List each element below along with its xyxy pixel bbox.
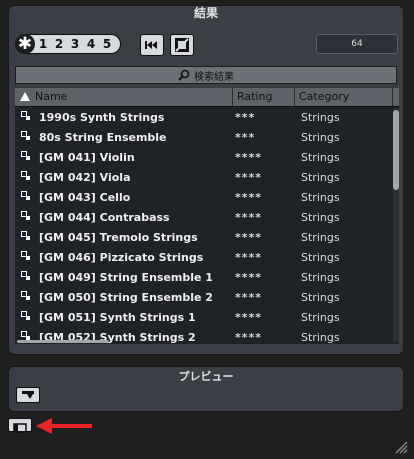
row-rating: **** (235, 290, 263, 304)
preset-icon (15, 287, 39, 307)
search-icon (178, 69, 190, 81)
reset-filter-icon (175, 38, 189, 52)
result-count: 64 (316, 34, 398, 54)
row-rating: *** (235, 110, 256, 124)
row-name: [GM 049] String Ensemble 1 (39, 270, 213, 284)
table-row[interactable]: 1990s Synth Strings *** Strings (15, 107, 393, 127)
vertical-scrollbar[interactable] (393, 108, 399, 342)
table-row[interactable]: 80s String Ensemble *** Strings (15, 127, 393, 147)
results-panel: 結果 ✱ 1 2 3 4 5 64 検索結果 Name Rating Categ… (8, 5, 404, 355)
layout-toggle-button[interactable] (8, 418, 32, 433)
sort-ascending-icon (20, 92, 30, 101)
row-name: [GM 043] Cello (39, 190, 131, 204)
table-row[interactable]: [GM 051] Synth Strings 1 **** Strings (15, 307, 393, 327)
rating-4-button[interactable]: 4 (83, 37, 99, 51)
table-row[interactable]: [GM 050] String Ensemble 2 **** Strings (15, 287, 393, 307)
table-row[interactable]: [GM 049] String Ensemble 1 **** Strings (15, 267, 393, 287)
row-rating: **** (235, 230, 263, 244)
column-header-category[interactable]: Category (295, 88, 393, 106)
panel-layout-icon (13, 423, 27, 433)
preview-toggle-icon (22, 390, 34, 399)
vertical-scroll-thumb[interactable] (393, 110, 399, 190)
row-category: Strings (301, 170, 340, 184)
row-name: [GM 051] Synth Strings 1 (39, 310, 196, 324)
rating-3-button[interactable]: 3 (67, 37, 83, 51)
table-row[interactable]: [GM 042] Viola **** Strings (15, 167, 393, 187)
rating-1-button[interactable]: 1 (35, 37, 51, 51)
results-title: 結果 (193, 6, 218, 20)
row-rating: **** (235, 270, 263, 284)
rating-5-button[interactable]: 5 (99, 37, 115, 51)
table-row[interactable]: [GM 045] Tremolo Strings **** Strings (15, 227, 393, 247)
rating-all-button[interactable]: ✱ (15, 34, 35, 54)
row-rating: **** (235, 190, 263, 204)
row-rating: **** (235, 150, 263, 164)
table-row[interactable]: [GM 044] Contrabass **** Strings (15, 207, 393, 227)
rating-filter[interactable]: ✱ 1 2 3 4 5 (15, 34, 121, 54)
preset-icon (15, 267, 39, 287)
preset-icon (15, 107, 39, 127)
preset-icon (15, 227, 39, 247)
row-rating: *** (235, 130, 256, 144)
table-row[interactable]: [GM 043] Cello **** Strings (15, 187, 393, 207)
row-name: [GM 045] Tremolo Strings (39, 230, 198, 244)
row-name: 1990s Synth Strings (39, 110, 165, 124)
results-table: Name Rating Category 1990s Synth Strings… (15, 88, 399, 344)
table-row[interactable]: [GM 041] Violin **** Strings (15, 147, 393, 167)
rewind-icon (145, 41, 157, 49)
row-name: [GM 041] Violin (39, 150, 135, 164)
row-category: Strings (301, 250, 340, 264)
row-name: [GM 044] Contrabass (39, 210, 170, 224)
row-category: Strings (301, 330, 340, 344)
rating-2-button[interactable]: 2 (51, 37, 67, 51)
rewind-button[interactable] (140, 34, 164, 56)
row-name: [GM 050] String Ensemble 2 (39, 290, 213, 304)
row-category: Strings (301, 130, 340, 144)
resize-grip-icon[interactable] (394, 440, 408, 454)
row-category: Strings (301, 270, 340, 284)
preset-icon (15, 307, 39, 327)
row-category: Strings (301, 230, 340, 244)
table-header: Name Rating Category (15, 88, 399, 107)
row-category: Strings (301, 150, 340, 164)
row-rating: **** (235, 170, 263, 184)
red-arrow-annotation (36, 418, 92, 434)
row-category: Strings (301, 290, 340, 304)
results-rows: 1990s Synth Strings *** Strings 80s String … (15, 107, 393, 344)
column-header-name[interactable]: Name (15, 88, 233, 106)
row-name: 80s String Ensemble (39, 130, 167, 144)
row-name: [GM 042] Viola (39, 170, 131, 184)
preset-icon (15, 207, 39, 227)
row-category: Strings (301, 110, 340, 124)
preset-icon (15, 127, 39, 147)
column-header-more[interactable] (393, 88, 399, 106)
preview-title: プレビュー (178, 370, 234, 383)
table-row[interactable]: [GM 046] Pizzicato Strings **** Strings (15, 247, 393, 267)
row-rating: **** (235, 250, 263, 264)
search-label: 検索結果 (194, 71, 234, 83)
preview-panel: プレビュー (8, 366, 404, 412)
row-rating: **** (235, 210, 263, 224)
preset-icon (15, 147, 39, 167)
preset-icon (15, 167, 39, 187)
row-rating: **** (235, 330, 263, 344)
row-category: Strings (301, 310, 340, 324)
preview-toggle-button[interactable] (16, 387, 40, 403)
results-toolbar: ✱ 1 2 3 4 5 64 (15, 28, 399, 62)
row-name: [GM 046] Pizzicato Strings (39, 250, 204, 264)
search-bar[interactable]: 検索結果 (15, 66, 397, 84)
preset-icon (15, 247, 39, 267)
preset-icon (15, 187, 39, 207)
row-category: Strings (301, 190, 340, 204)
reset-filter-button[interactable] (170, 34, 194, 56)
row-category: Strings (301, 210, 340, 224)
column-header-rating[interactable]: Rating (233, 88, 295, 106)
row-rating: **** (235, 310, 263, 324)
horizontal-scroll-thumb[interactable] (17, 340, 109, 343)
